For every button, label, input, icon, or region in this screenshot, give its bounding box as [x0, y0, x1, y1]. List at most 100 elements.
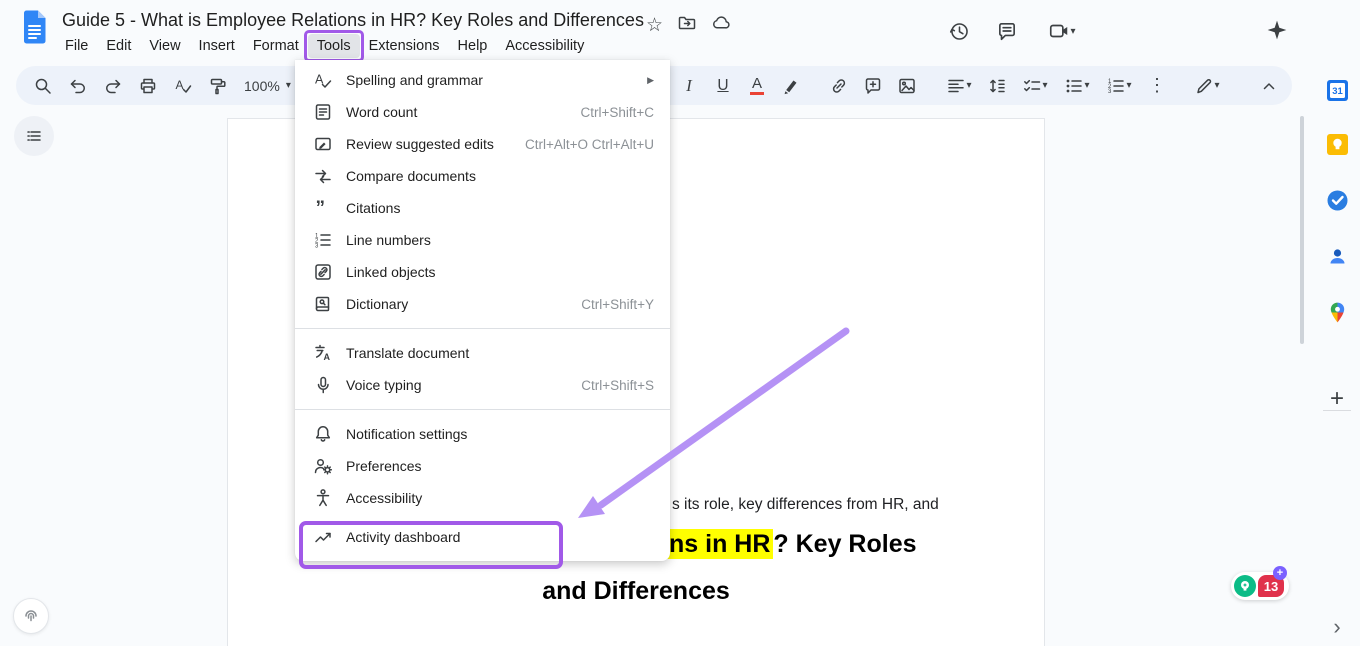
move-folder-icon[interactable]: [677, 13, 697, 38]
spell-grammar-icon: A: [313, 70, 333, 90]
line-spacing-icon[interactable]: [984, 73, 1010, 99]
citations-icon: ”: [313, 198, 333, 218]
bell-icon: [313, 424, 333, 444]
cloud-status-icon[interactable]: [711, 13, 732, 38]
google-maps-icon[interactable]: [1322, 297, 1352, 327]
trending-up-icon: [313, 527, 333, 547]
menu-item-translate-document[interactable]: A Translate document: [295, 337, 670, 369]
outline-list-icon: [24, 126, 44, 146]
tools-dropdown-menu: A Spelling and grammar ▶ Word count Ctrl…: [295, 60, 670, 561]
svg-text:A: A: [176, 78, 184, 92]
document-outline-button[interactable]: [14, 116, 54, 156]
editing-mode-pen-icon[interactable]: ▾: [1188, 73, 1226, 99]
lightbulb-icon: [1234, 575, 1256, 597]
vertical-scrollbar[interactable]: [1300, 116, 1304, 344]
browser-extension-badge[interactable]: 13 +: [1231, 572, 1289, 600]
gemini-sparkle-icon[interactable]: [1262, 15, 1292, 45]
menu-item-review-suggested-edits[interactable]: Review suggested edits Ctrl+Alt+O Ctrl+A…: [295, 128, 670, 160]
google-tasks-icon[interactable]: [1322, 185, 1352, 215]
menu-item-activity-dashboard[interactable]: Activity dashboard: [295, 521, 670, 553]
undo-icon[interactable]: [65, 73, 91, 99]
version-history-icon[interactable]: [944, 16, 974, 46]
menu-file[interactable]: File: [56, 34, 97, 58]
linked-objects-icon: [313, 262, 333, 282]
hide-menus-icon[interactable]: [1256, 73, 1282, 99]
person-gear-icon: [313, 456, 333, 476]
calendar-day-label: 31: [1332, 86, 1343, 97]
menu-item-preferences[interactable]: Preferences: [295, 450, 670, 482]
print-icon[interactable]: [135, 73, 161, 99]
add-comment-icon[interactable]: [860, 73, 886, 99]
menu-extensions[interactable]: Extensions: [360, 34, 449, 58]
menu-insert[interactable]: Insert: [190, 34, 244, 58]
highlight-color-icon[interactable]: [778, 73, 804, 99]
svg-text:3: 3: [315, 243, 319, 249]
menu-divider: [295, 409, 670, 410]
comments-icon[interactable]: [992, 16, 1022, 46]
star-icon[interactable]: ☆: [646, 16, 663, 36]
bulleted-list-icon[interactable]: ▾: [1060, 73, 1094, 99]
menu-bar: File Edit View Insert Format Tools Exten…: [56, 34, 593, 58]
line-numbers-icon: 123: [313, 230, 333, 250]
document-title[interactable]: Guide 5 - What is Employee Relations in …: [62, 10, 644, 31]
accessibility-person-icon: [313, 488, 333, 508]
italic-icon[interactable]: I: [676, 73, 702, 99]
yellow-highlighted-text: ns in HR: [666, 529, 773, 559]
meet-video-icon[interactable]: ▾: [1040, 16, 1084, 46]
menu-item-linked-objects[interactable]: Linked objects: [295, 256, 670, 288]
extension-plus-badge: +: [1273, 566, 1287, 580]
numbered-list-icon[interactable]: 123 ▾: [1102, 73, 1136, 99]
microphone-icon: [313, 375, 333, 395]
spell-check-icon[interactable]: A: [170, 73, 196, 99]
align-icon[interactable]: ▾: [942, 73, 976, 99]
document-heading-line1: ns in HR? Key Roles: [666, 530, 917, 559]
accessibility-feedback-button[interactable]: [13, 598, 49, 634]
video-dropdown-icon[interactable]: ▾: [1070, 26, 1075, 37]
menu-item-accessibility[interactable]: Accessibility: [295, 482, 670, 514]
menu-item-voice-typing[interactable]: Voice typing Ctrl+Shift+S: [295, 369, 670, 401]
fingerprint-hand-icon: [21, 606, 41, 626]
menu-help[interactable]: Help: [449, 34, 497, 58]
more-options-icon[interactable]: ⋮: [1144, 73, 1170, 99]
search-menus-icon[interactable]: [30, 73, 56, 99]
menu-accessibility[interactable]: Accessibility: [496, 34, 593, 58]
underline-icon[interactable]: U: [710, 73, 736, 99]
zoom-select[interactable]: 100% ▾: [240, 78, 295, 94]
menu-item-line-numbers[interactable]: 123 Line numbers: [295, 224, 670, 256]
menu-item-spelling-and-grammar[interactable]: A Spelling and grammar ▶: [295, 64, 670, 96]
insert-image-icon[interactable]: [894, 73, 920, 99]
menu-item-notification-settings[interactable]: Notification settings: [295, 418, 670, 450]
google-calendar-icon[interactable]: 31: [1322, 75, 1352, 105]
show-side-panel-icon[interactable]: ›: [1322, 612, 1352, 642]
submenu-arrow-icon: ▶: [647, 75, 654, 86]
document-heading-line2: and Differences: [228, 577, 1044, 606]
get-addons-plus-icon[interactable]: +: [1322, 384, 1352, 414]
word-count-icon: [313, 102, 333, 122]
paint-format-icon[interactable]: [205, 73, 231, 99]
svg-text:3: 3: [1108, 89, 1112, 95]
zoom-dropdown-icon: ▾: [286, 80, 291, 91]
google-contacts-icon[interactable]: [1322, 241, 1352, 271]
menu-item-dictionary[interactable]: Dictionary Ctrl+Shift+Y: [295, 288, 670, 320]
menu-item-compare-documents[interactable]: Compare documents: [295, 160, 670, 192]
checklist-icon[interactable]: ▾: [1018, 73, 1052, 99]
text-color-icon[interactable]: A: [744, 73, 770, 99]
body-text-fragment: s its role, key differences from HR, and: [672, 496, 939, 514]
translate-icon: A: [313, 343, 333, 363]
menu-view[interactable]: View: [140, 34, 189, 58]
menu-edit[interactable]: Edit: [97, 34, 140, 58]
google-docs-logo-icon[interactable]: [21, 9, 48, 50]
redo-icon[interactable]: [100, 73, 126, 99]
side-panel-rail: 31 + ›: [1314, 62, 1360, 646]
menu-format[interactable]: Format: [244, 34, 308, 58]
menu-divider: [295, 328, 670, 329]
app-header: Guide 5 - What is Employee Relations in …: [0, 0, 1360, 62]
menu-tools[interactable]: Tools: [308, 34, 360, 58]
google-keep-icon[interactable]: [1322, 129, 1352, 159]
svg-text:A: A: [324, 352, 331, 362]
dictionary-icon: [313, 294, 333, 314]
insert-link-icon[interactable]: [826, 73, 852, 99]
menu-item-citations[interactable]: ” Citations: [295, 192, 670, 224]
svg-text:”: ”: [316, 198, 326, 218]
menu-item-word-count[interactable]: Word count Ctrl+Shift+C: [295, 96, 670, 128]
